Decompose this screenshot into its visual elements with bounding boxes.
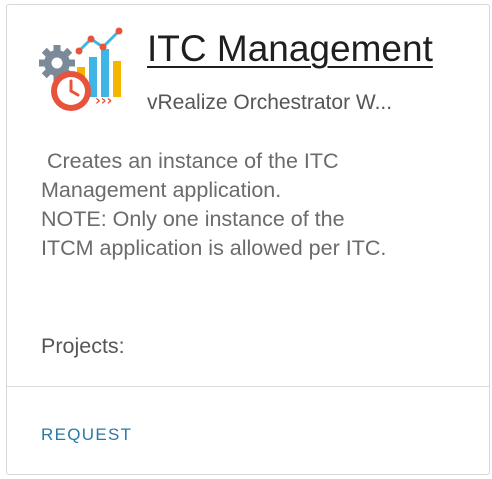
item-title-link[interactable]: ITC Management [147,27,433,71]
description-line: Management application. [41,178,282,202]
request-button[interactable]: REQUEST [41,423,132,447]
analytics-gear-clock-icon: ››› [39,27,131,119]
item-subtitle: vRealize Orchestrator W... [147,91,393,114]
svg-text:›››: ››› [95,93,112,109]
description-line: Creates an instance of the ITC [41,149,339,173]
description-line: NOTE: Only one instance of the [41,207,345,231]
description-line: ITCM application is allowed per ITC. [41,236,387,260]
projects-label: Projects: [41,334,125,358]
item-description: Creates an instance of the ITC Managemen… [41,147,481,263]
card-divider [7,386,489,387]
catalog-item-card: ››› ITC Management vRealize Orchestrator… [6,4,490,475]
